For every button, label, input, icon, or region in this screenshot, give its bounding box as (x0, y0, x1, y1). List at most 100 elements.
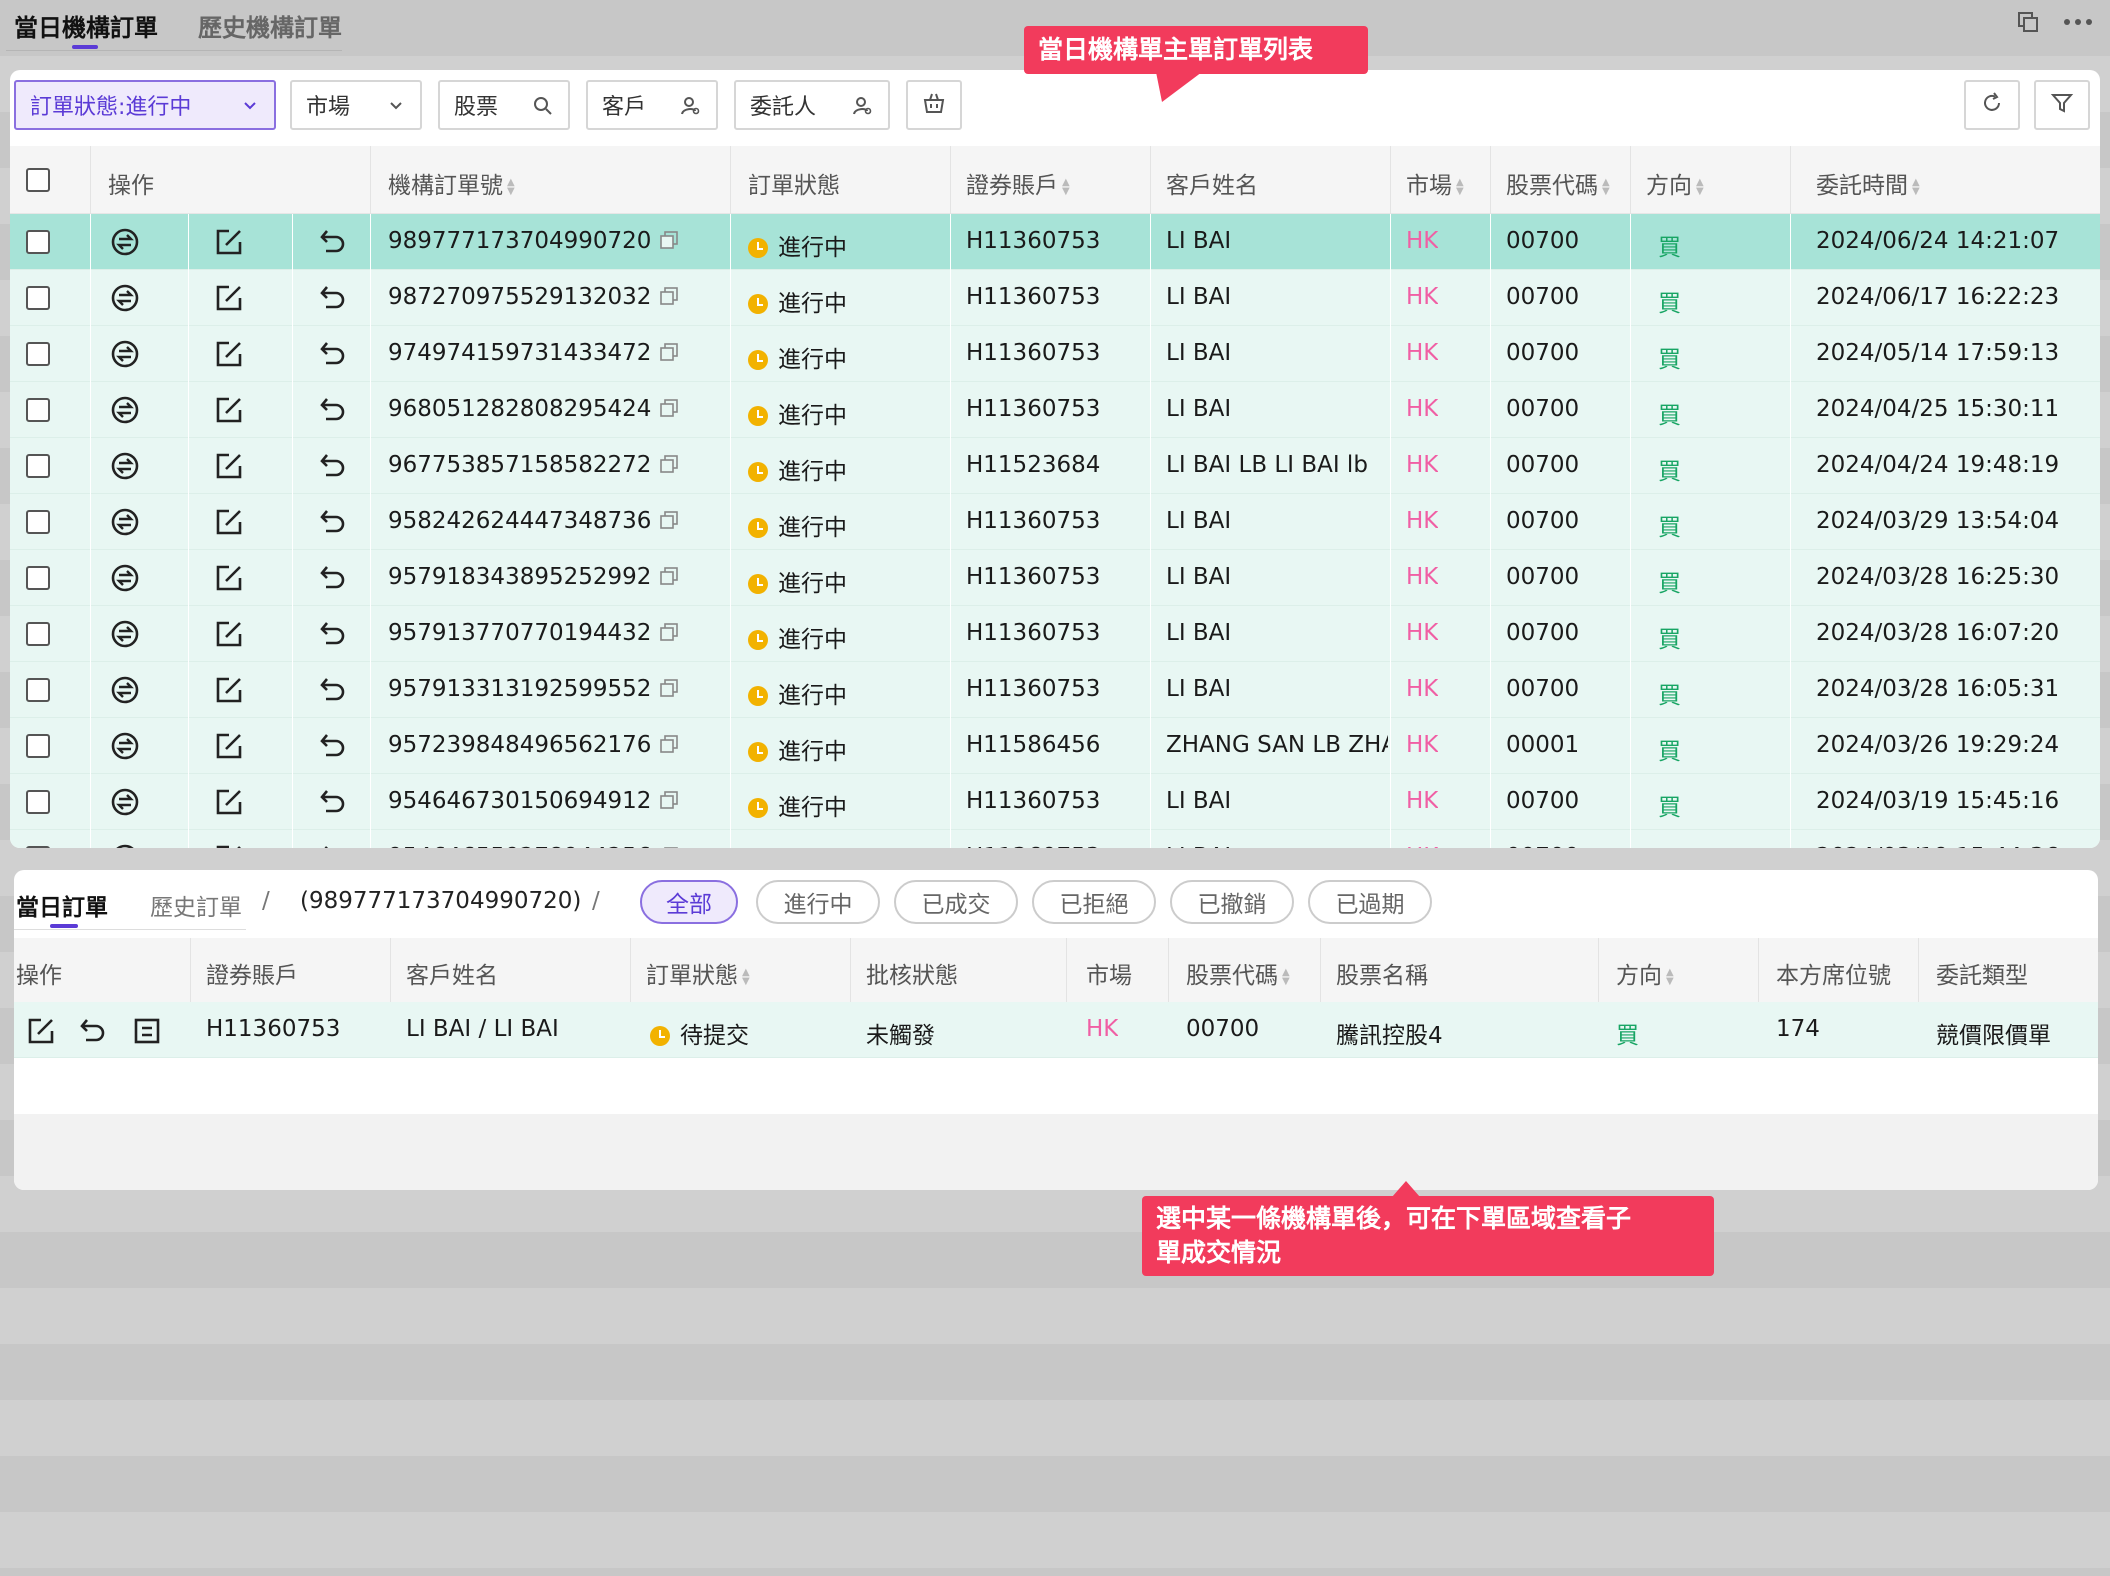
pill-all[interactable]: 全部 (640, 880, 738, 924)
exchange-icon[interactable] (110, 731, 140, 765)
col-status[interactable]: 訂單狀態 ▲ ▼ (646, 956, 752, 990)
undo-icon[interactable] (78, 1016, 108, 1050)
copy-icon[interactable] (659, 454, 679, 480)
select-all-checkbox[interactable] (26, 168, 50, 192)
table-row[interactable]: 974974159731433472 進行中 H11360753 LI BAI HK 00… (10, 326, 2100, 382)
pill-cancelled[interactable]: 已撤銷 (1170, 880, 1294, 924)
row-checkbox[interactable] (26, 790, 50, 814)
undo-icon[interactable] (318, 227, 348, 261)
status-filter[interactable]: 訂單狀態:進行中 (14, 80, 276, 130)
table-row[interactable]: 954646730150694912 進行中 H11360753 LI BAI HK 00… (10, 774, 2100, 830)
edit-icon[interactable] (214, 619, 244, 653)
undo-icon[interactable] (318, 507, 348, 541)
pill-filled[interactable]: 已成交 (894, 880, 1018, 924)
row-checkbox[interactable] (26, 678, 50, 702)
copy-icon[interactable] (659, 790, 679, 816)
col-stock-code[interactable]: 股票代碼 ▲ ▼ (1506, 166, 1612, 200)
market-filter[interactable]: 市場 (290, 80, 422, 130)
edit-icon[interactable] (214, 395, 244, 429)
pill-rejected[interactable]: 已拒絕 (1032, 880, 1156, 924)
tab-history-institution-orders[interactable]: 歷史機構訂單 (198, 8, 342, 43)
col-market[interactable]: 市場 ▲ ▼ (1406, 166, 1466, 200)
edit-icon[interactable] (214, 507, 244, 541)
exchange-icon[interactable] (110, 619, 140, 653)
basket-button[interactable] (906, 80, 962, 130)
copy-icon[interactable] (659, 734, 679, 760)
undo-icon[interactable] (318, 843, 348, 848)
tab-today-orders[interactable]: 當日訂單 (16, 888, 108, 922)
exchange-icon[interactable] (110, 563, 140, 597)
row-checkbox[interactable] (26, 286, 50, 310)
row-checkbox[interactable] (26, 734, 50, 758)
exchange-icon[interactable] (110, 283, 140, 317)
trustee-filter[interactable]: 委託人 (734, 80, 890, 130)
copy-icon[interactable] (659, 566, 679, 592)
undo-icon[interactable] (318, 787, 348, 821)
tab-today-institution-orders[interactable]: 當日機構訂單 (14, 8, 158, 43)
filter-button[interactable] (2034, 80, 2090, 130)
row-checkbox[interactable] (26, 510, 50, 534)
copy-icon[interactable] (659, 622, 679, 648)
table-row[interactable]: 989777173704990720 進行中 H11360753 LI BAI HK 00… (10, 214, 2100, 270)
row-checkbox[interactable] (26, 566, 50, 590)
col-time[interactable]: 委託時間 ▲ ▼ (1816, 166, 1922, 200)
edit-icon[interactable] (214, 339, 244, 373)
more-icon[interactable] (2062, 10, 2094, 38)
pill-in-progress[interactable]: 進行中 (756, 880, 880, 924)
copy-icon[interactable] (659, 230, 679, 256)
row-checkbox[interactable] (26, 622, 50, 646)
edit-icon[interactable] (214, 843, 244, 848)
tab-history-orders[interactable]: 歷史訂單 (150, 888, 242, 922)
undo-icon[interactable] (318, 619, 348, 653)
exchange-icon[interactable] (110, 787, 140, 821)
table-row[interactable]: 957918343895252992 進行中 H11360753 LI BAI HK 00… (10, 550, 2100, 606)
table-row[interactable]: 967753857158582272 進行中 H11523684 LI BAI LB … (10, 438, 2100, 494)
table-row[interactable]: 958242624447348736 進行中 H11360753 LI BAI HK 00… (10, 494, 2100, 550)
exchange-icon[interactable] (110, 507, 140, 541)
client-filter[interactable]: 客戶 (586, 80, 718, 130)
edit-icon[interactable] (214, 227, 244, 261)
copy-icon[interactable] (659, 286, 679, 312)
exchange-icon[interactable] (110, 339, 140, 373)
undo-icon[interactable] (318, 339, 348, 373)
exchange-icon[interactable] (110, 227, 140, 261)
table-row[interactable]: 957239848496562176 進行中 H11586456 ZHANG SAN … (10, 718, 2100, 774)
table-row[interactable]: 968051282808295424 進行中 H11360753 LI BAI HK 00… (10, 382, 2100, 438)
edit-icon[interactable] (214, 731, 244, 765)
edit-icon[interactable] (26, 1016, 56, 1050)
col-account[interactable]: 證券賬戶 ▲ ▼ (966, 166, 1072, 200)
col-side[interactable]: 方向 ▲ ▼ (1616, 956, 1676, 990)
edit-icon[interactable] (214, 563, 244, 597)
window-icon[interactable] (2016, 10, 2040, 38)
exchange-icon[interactable] (110, 451, 140, 485)
copy-icon[interactable] (659, 398, 679, 424)
copy-icon[interactable] (659, 846, 679, 848)
edit-icon[interactable] (214, 675, 244, 709)
table-row[interactable]: 987270975529132032 進行中 H11360753 LI BAI HK 00… (10, 270, 2100, 326)
child-order-row[interactable]: H11360753 LI BAI / LI BAI 待提交 未觸發 HK 007… (14, 1002, 2098, 1058)
row-checkbox[interactable] (26, 230, 50, 254)
pill-expired[interactable]: 已過期 (1308, 880, 1432, 924)
undo-icon[interactable] (318, 731, 348, 765)
edit-icon[interactable] (214, 787, 244, 821)
row-checkbox[interactable] (26, 342, 50, 366)
exchange-icon[interactable] (110, 675, 140, 709)
exchange-icon[interactable] (110, 843, 140, 848)
undo-icon[interactable] (318, 451, 348, 485)
table-row[interactable]: 957913770770194432 進行中 H11360753 LI BAI HK 00… (10, 606, 2100, 662)
undo-icon[interactable] (318, 563, 348, 597)
edit-icon[interactable] (214, 283, 244, 317)
col-side[interactable]: 方向 ▲ ▼ (1646, 166, 1706, 200)
refresh-button[interactable] (1964, 80, 2020, 130)
undo-icon[interactable] (318, 675, 348, 709)
copy-icon[interactable] (659, 510, 679, 536)
copy-icon[interactable] (659, 342, 679, 368)
row-checkbox[interactable] (26, 454, 50, 478)
col-order-no[interactable]: 機構訂單號 ▲ ▼ (388, 166, 517, 200)
exchange-icon[interactable] (110, 395, 140, 429)
copy-icon[interactable] (659, 678, 679, 704)
row-checkbox[interactable] (26, 846, 50, 848)
table-row[interactable]: 954646559278944256 進行中 H11360753 LI BAI HK 00… (10, 830, 2100, 848)
detail-icon[interactable] (132, 1016, 162, 1050)
row-checkbox[interactable] (26, 398, 50, 422)
